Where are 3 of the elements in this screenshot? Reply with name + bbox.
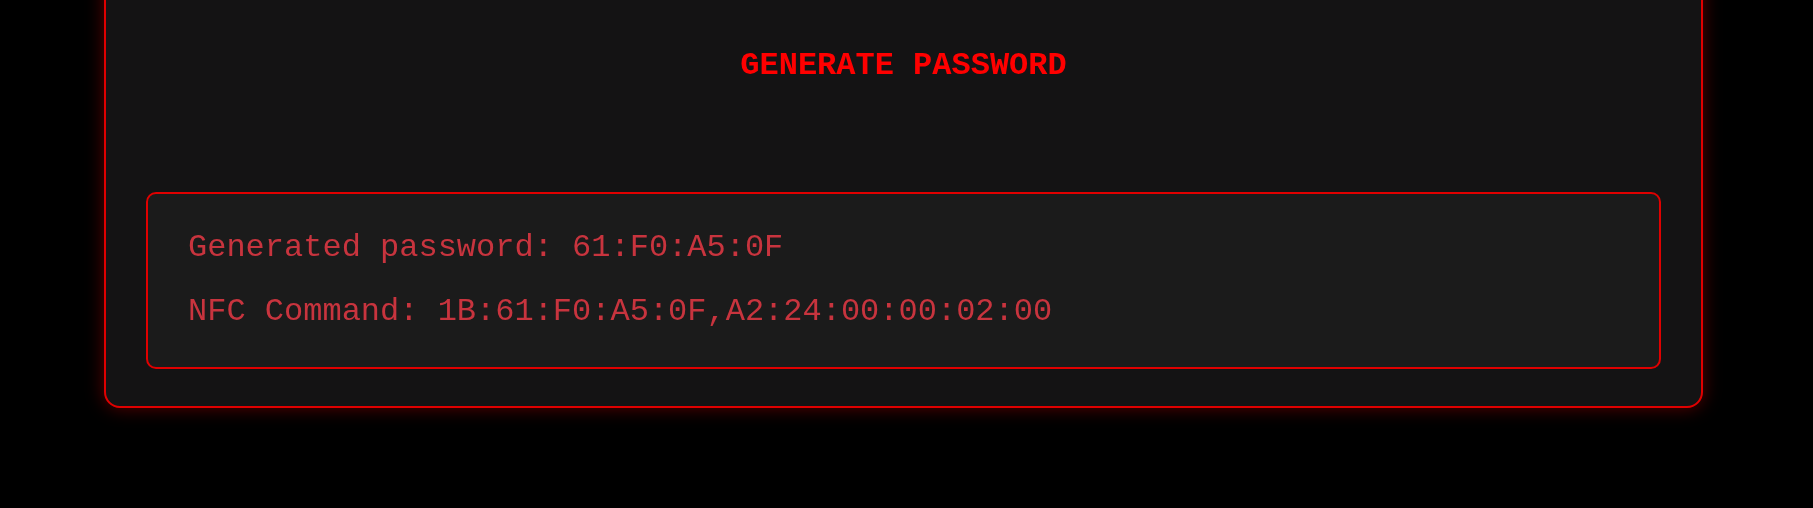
output-line: NFC Command: 1B:61:F0:A5:0F,A2:24:00:00:02:00 — [188, 292, 1054, 332]
output-line: Generated password: 61:F0:A5:0F — [188, 228, 785, 268]
generate-password-button[interactable]: GENERATE PASSWORD — [740, 46, 1067, 86]
